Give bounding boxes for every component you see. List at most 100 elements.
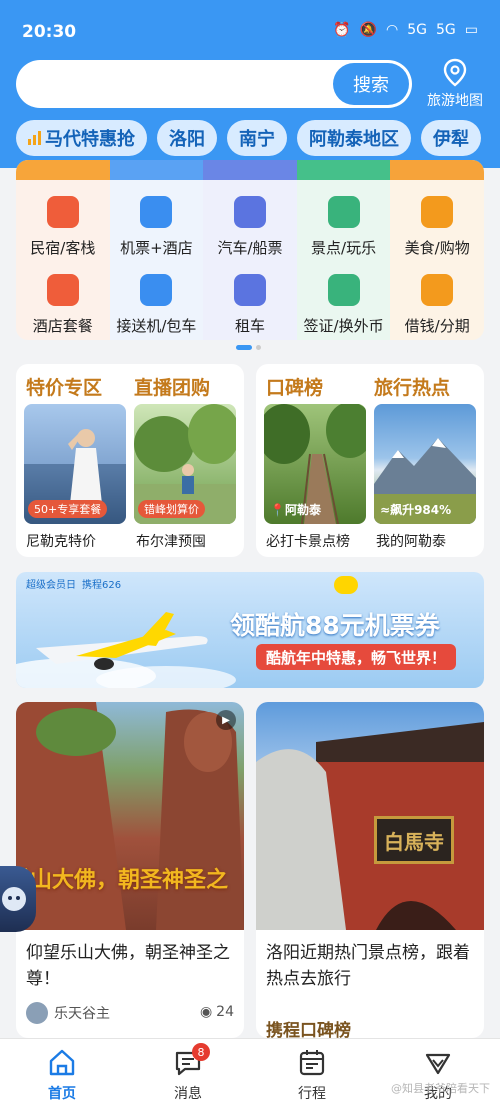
search-button[interactable]: 搜索 — [333, 63, 409, 105]
service-icon — [46, 196, 79, 228]
ranking-location-text: 阿勒泰 — [284, 503, 321, 517]
deal-image[interactable]: 50+专享套餐 — [24, 404, 126, 524]
ranking-location: 📍阿勒泰 — [270, 503, 321, 517]
video-play-icon[interactable]: ▶ — [216, 710, 236, 730]
leshan-overlay-text: 乐山大佛，朝圣神圣之 — [16, 868, 229, 893]
ranking-card[interactable]: 口碑榜 旅行热点 📍阿勒泰 ≈飙升984% 必打卡景点榜 我的阿勒泰 — [256, 364, 484, 557]
content-card-leshan[interactable]: 乐山大佛，朝圣神圣之 ▶ 仰望乐山大佛，朝圣神圣之尊！ 乐天谷主 ◉ 24 — [16, 702, 244, 1038]
live-badge: 错峰划算价 — [138, 500, 205, 518]
service-label: 借钱/分期 — [404, 317, 470, 335]
service-item[interactable]: 租车 — [203, 260, 297, 340]
buddha-cliff — [16, 702, 244, 930]
chip-luoyang[interactable]: 洛阳 — [157, 120, 217, 156]
chip-promo[interactable]: 马代特惠抢 — [16, 120, 147, 156]
service-column: 汽车/船票租车 — [203, 160, 297, 340]
author-name: 乐天谷主 — [54, 1006, 110, 1022]
service-icon — [327, 274, 360, 306]
battery-icon: ▭ — [464, 22, 478, 38]
service-icon — [421, 196, 454, 228]
airplane-image — [16, 612, 236, 688]
service-item[interactable]: 民宿/客栈 — [16, 182, 110, 264]
hotspot-trend-text: 飙升984% — [390, 503, 452, 517]
service-item[interactable]: 接送机/包车 — [110, 260, 204, 340]
service-label: 汽车/船票 — [217, 239, 283, 257]
signal-icon-2: 5G — [436, 22, 456, 38]
chip-label: 马代特惠抢 — [45, 129, 135, 150]
live-caption: 布尔津预囤 — [136, 534, 206, 550]
travel-map-button[interactable]: 旅游地图 — [422, 58, 488, 114]
service-tab-strip — [390, 160, 484, 180]
wifi-icon: ◠ — [386, 22, 399, 38]
ranking-title[interactable]: 口碑榜 — [266, 373, 323, 400]
eye-icon: ◉ — [199, 1004, 213, 1020]
ctrip-ranking-footer: 携程口碑榜 — [266, 1016, 351, 1038]
calendar-icon — [299, 1050, 325, 1076]
service-item[interactable]: 汽车/船票 — [203, 182, 297, 264]
deal-badge: 50+专享套餐 — [28, 500, 108, 518]
robot-icon — [2, 887, 26, 911]
leshan-author[interactable]: 乐天谷主 — [26, 1002, 110, 1024]
service-icon — [233, 196, 266, 228]
hotspot-image[interactable]: ≈飙升984% — [374, 404, 476, 524]
header: 20:30 ⏰ 🔕 ◠ 5G 5G ▭ 搜索 旅游地图 马代特惠抢 洛阳 南宁 … — [0, 0, 500, 168]
service-label: 景点/玩乐 — [311, 239, 377, 257]
mute-icon: 🔕 — [359, 22, 378, 38]
service-column: 美食/购物借钱/分期 — [390, 160, 484, 340]
hotspot-title[interactable]: 旅行热点 — [374, 373, 450, 400]
ranking-image[interactable]: 📍阿勒泰 — [264, 404, 366, 524]
promo-banner[interactable]: 超级会员日 携程626 领酷航88元机票券 酷航年中特惠，畅飞世界！ — [16, 572, 484, 688]
banner-headline: 领酷航88元机票券 — [230, 611, 440, 640]
page-indicator — [236, 345, 261, 350]
chip-nanning[interactable]: 南宁 — [227, 120, 287, 156]
alarm-icon: ⏰ — [333, 22, 351, 38]
status-bar: 20:30 ⏰ 🔕 ◠ 5G 5G ▭ — [22, 18, 478, 46]
message-badge: 8 — [192, 1043, 210, 1061]
service-item[interactable]: 酒店套餐 — [16, 260, 110, 340]
service-icon — [327, 196, 360, 228]
service-item[interactable]: 签证/换外币 — [297, 260, 391, 340]
luoyang-title: 洛阳近期热门景点榜，跟着热点去旅行 — [266, 943, 470, 989]
deals-title[interactable]: 特价专区 — [26, 373, 102, 400]
leshan-title: 仰望乐山大佛，朝圣神圣之尊！ — [26, 943, 230, 989]
live-title[interactable]: 直播团购 — [134, 373, 210, 400]
view-count-number: 24 — [216, 1004, 234, 1020]
bar-chart-icon — [28, 131, 41, 145]
chip-altay[interactable]: 阿勒泰地区 — [297, 120, 411, 156]
avatar — [26, 1002, 48, 1024]
service-item[interactable]: 借钱/分期 — [390, 260, 484, 340]
destination-chips: 马代特惠抢 洛阳 南宁 阿勒泰地区 伊犁 — [16, 120, 481, 156]
status-time: 20:30 — [22, 22, 77, 42]
hotspot-caption: 我的阿勒泰 — [376, 534, 446, 550]
map-pin-icon — [443, 58, 467, 87]
signal-icon: 5G — [407, 22, 427, 38]
service-tab-strip — [296, 160, 391, 180]
service-tab-strip — [203, 160, 297, 180]
service-grid: 民宿/客栈 酒店套餐 机票+酒店 接送机/包车 汽车/船票 租车 景点/玩乐 签证/换外币 美食… — [16, 160, 484, 340]
chip-yili[interactable]: 伊犁 — [421, 120, 481, 156]
search-input[interactable]: 搜索 — [16, 60, 412, 108]
ctrip-ranking-text: 携程口碑榜 — [266, 1021, 351, 1038]
profile-icon — [425, 1053, 451, 1075]
deal-caption: 尼勒克特价 — [26, 534, 96, 550]
service-item[interactable]: 景点/玩乐 — [297, 182, 391, 264]
service-icon — [233, 274, 266, 306]
service-item[interactable]: 机票+酒店 — [110, 182, 204, 264]
assistant-robot-button[interactable] — [0, 866, 36, 932]
service-column: 民宿/客栈酒店套餐 — [16, 160, 110, 340]
home-icon — [49, 1049, 75, 1076]
tab-messages-label: 消息 — [174, 1086, 202, 1102]
service-column: 机票+酒店接送机/包车 — [109, 160, 204, 340]
content-card-luoyang[interactable]: 白馬寺 洛阳近期热门景点榜，跟着热点去旅行 携程口碑榜 — [256, 702, 484, 1038]
luoyang-photo: 白馬寺 — [256, 702, 484, 930]
deals-card[interactable]: 特价专区 直播团购 50+专享套餐 错峰划算价 尼勒克特价 布尔津预囤 — [16, 364, 244, 557]
banner-subline: 酷航年中特惠，畅飞世界！ — [256, 644, 457, 670]
tab-itinerary-label: 行程 — [298, 1086, 326, 1102]
service-column: 景点/玩乐签证/换外币 — [296, 160, 391, 340]
service-label: 美食/购物 — [404, 239, 470, 257]
service-label: 机票+酒店 — [120, 239, 193, 257]
service-label: 租车 — [234, 317, 265, 335]
live-image[interactable]: 错峰划算价 — [134, 404, 236, 524]
service-item[interactable]: 美食/购物 — [390, 182, 484, 264]
travel-map-label: 旅游地图 — [427, 93, 483, 109]
service-label: 酒店套餐 — [32, 317, 93, 335]
